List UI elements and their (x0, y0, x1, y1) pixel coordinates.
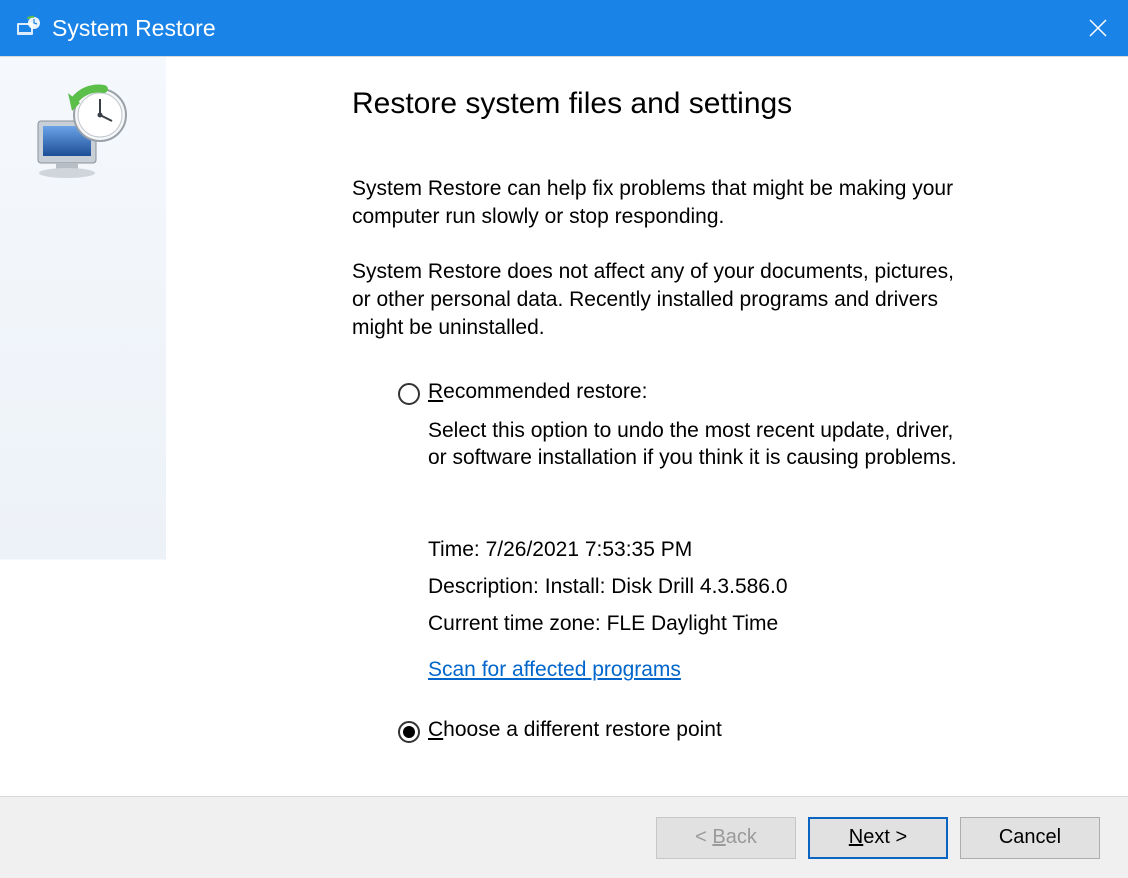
intro-paragraph-2: System Restore does not affect any of yo… (352, 258, 958, 341)
restore-time: Time: 7/26/2021 7:53:35 PM (428, 532, 958, 569)
close-button[interactable] (1068, 0, 1128, 56)
window-title: System Restore (52, 15, 1068, 42)
next-button[interactable]: Next > (808, 817, 948, 859)
wizard-body: Restore system files and settings System… (0, 56, 1128, 796)
option-recommended-label: Recommended restore: (428, 380, 647, 404)
system-restore-icon (28, 83, 138, 193)
option-choose-different[interactable]: Choose a different restore point (398, 718, 958, 743)
cancel-button[interactable]: Cancel (960, 817, 1100, 859)
option-choose-different-label: Choose a different restore point (428, 718, 722, 742)
wizard-footer: < Back Next > Cancel (0, 796, 1128, 878)
page-heading: Restore system files and settings (352, 87, 958, 121)
wizard-content: Restore system files and settings System… (166, 57, 1128, 796)
radio-recommended[interactable] (398, 383, 420, 405)
intro-paragraph-1: System Restore can help fix problems tha… (352, 175, 958, 230)
restore-options: Recommended restore: Select this option … (352, 380, 958, 744)
wizard-sidebar (0, 57, 166, 796)
system-restore-window: System Restore (0, 0, 1128, 878)
restore-point-details: Time: 7/26/2021 7:53:35 PM Description: … (428, 532, 958, 642)
restore-description: Description: Install: Disk Drill 4.3.586… (428, 569, 958, 606)
scan-affected-programs-link[interactable]: Scan for affected programs (428, 658, 681, 682)
restore-timezone: Current time zone: FLE Daylight Time (428, 606, 958, 643)
close-icon (1089, 19, 1107, 37)
option-recommended[interactable]: Recommended restore: (398, 380, 958, 405)
option-recommended-description: Select this option to undo the most rece… (428, 417, 958, 472)
radio-choose-different[interactable] (398, 721, 420, 743)
back-button: < Back (656, 817, 796, 859)
titlebar: System Restore (0, 0, 1128, 56)
system-restore-title-icon (14, 14, 42, 42)
